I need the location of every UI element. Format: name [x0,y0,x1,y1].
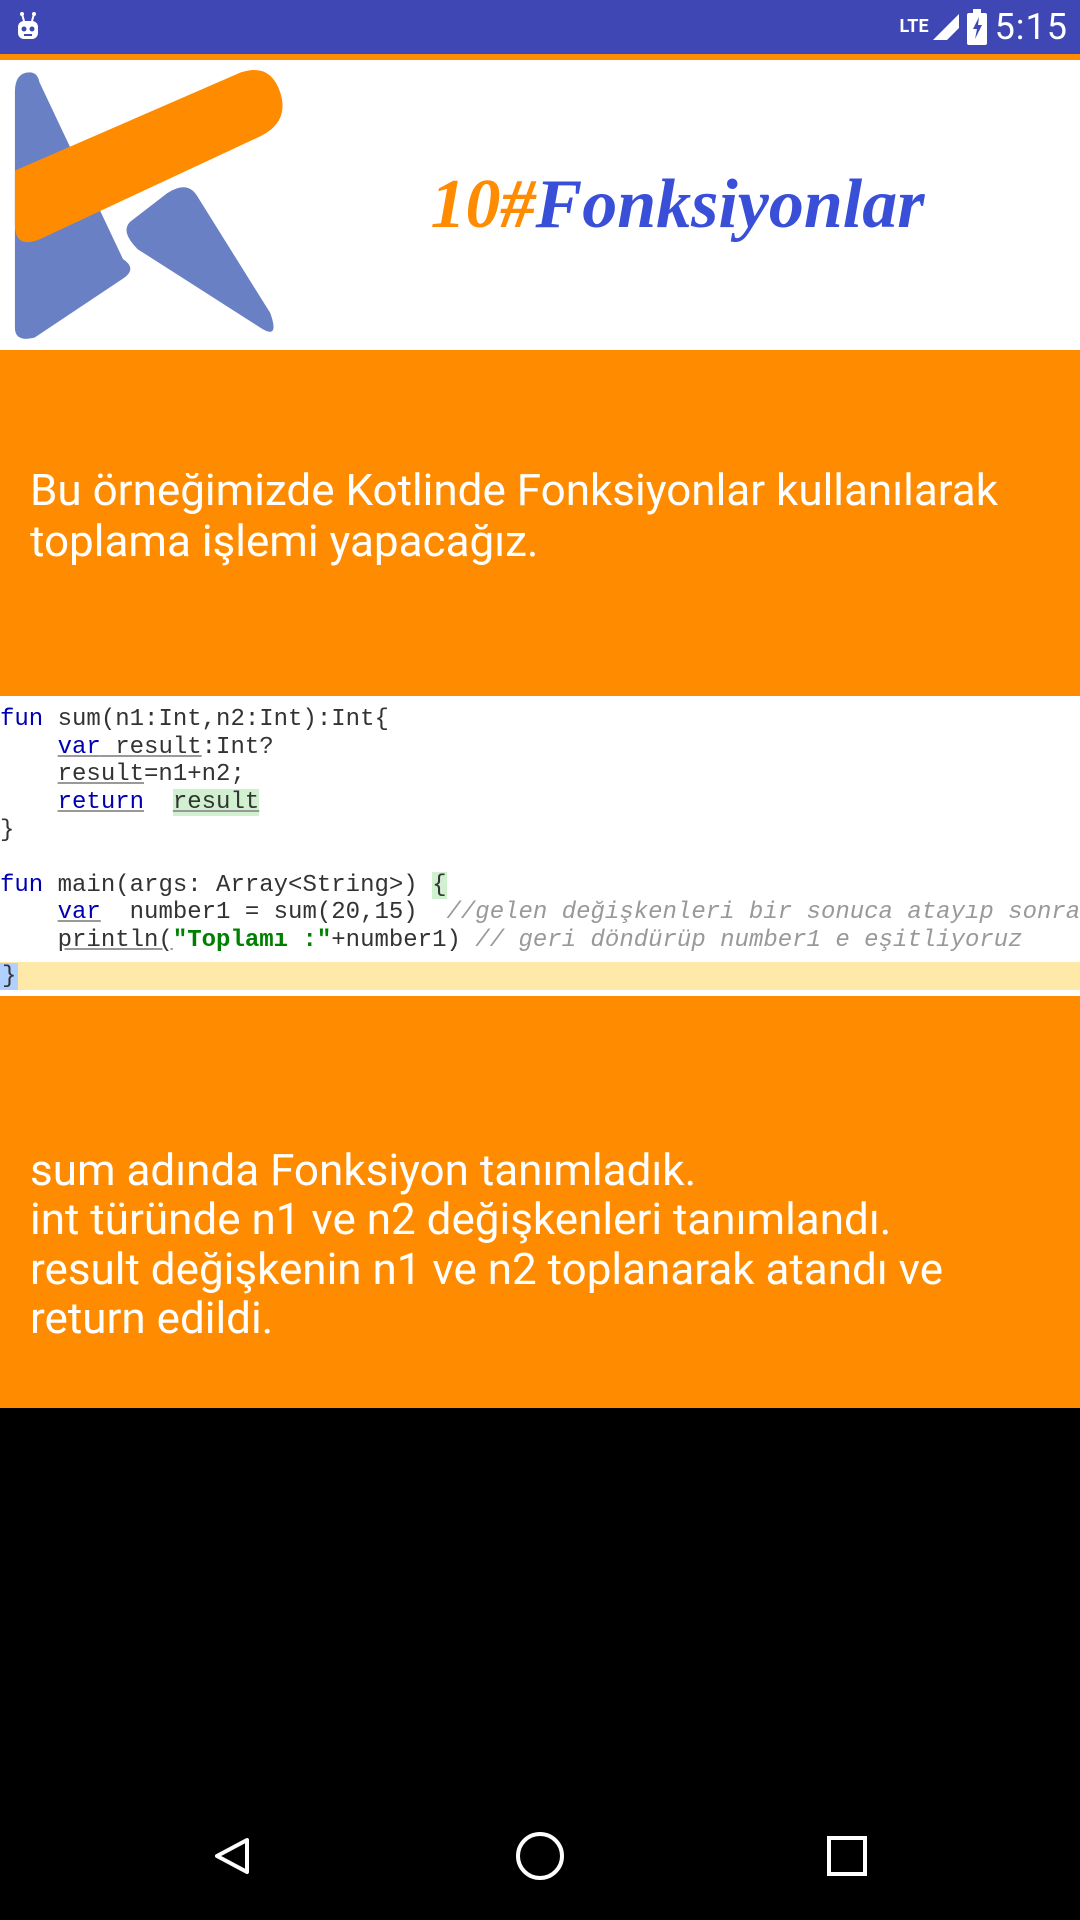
explanation-text: sum adında Fonksiyon tanımladık. int tür… [30,1144,943,1344]
app-icon [12,11,44,43]
recent-icon [825,1834,869,1878]
code-line-1: fun sum(n1:Int,n2:Int):Int{ [0,706,1080,734]
cursor-bracket: } [0,963,18,991]
status-right: LTE 5:15 [900,6,1068,48]
explanation-block: sum adında Fonksiyon tanımladık. int tür… [0,996,1080,1408]
code-line-7: fun main(args: Array<String>) { [0,872,1080,900]
status-left [12,11,44,43]
signal-indicator: LTE [900,14,959,40]
code-line-4: return result [0,789,1080,817]
home-icon [514,1830,566,1882]
status-bar: LTE 5:15 [0,0,1080,54]
home-button[interactable] [510,1826,570,1886]
intro-block: Bu örneğimizde Kotlinde Fonksiyonlar kul… [0,350,1080,696]
battery-icon [965,9,989,45]
cursor-line-highlight [0,962,1080,990]
header-section: 10#Fonksiyonlar [0,60,1080,350]
back-button[interactable] [203,1826,263,1886]
code-line-9: println("Toplamı :"+number1) // geri dön… [0,927,1080,955]
back-icon [209,1832,257,1880]
recent-button[interactable] [817,1826,877,1886]
code-line-5: } [0,817,1080,845]
navigation-bar [0,1792,1080,1920]
page-title: 10#Fonksiyonlar [285,165,1070,245]
network-label: LTE [900,16,929,37]
code-line-3: result=n1+n2; [0,761,1080,789]
kotlin-logo [10,65,285,345]
intro-text: Bu örneğimizde Kotlinde Fonksiyonlar kul… [30,464,998,567]
code-block: fun sum(n1:Int,n2:Int):Int{ var result:I… [0,696,1080,996]
code-line-2: var result:Int? [0,734,1080,762]
code-line-8: var number1 = sum(20,15) //gelen değişke… [0,899,1080,927]
title-number: 10# [431,166,536,243]
title-word: Fonksiyonlar [536,166,925,243]
clock-time: 5:15 [995,6,1068,48]
code-line-6 [0,844,1080,872]
signal-icon [933,14,959,40]
